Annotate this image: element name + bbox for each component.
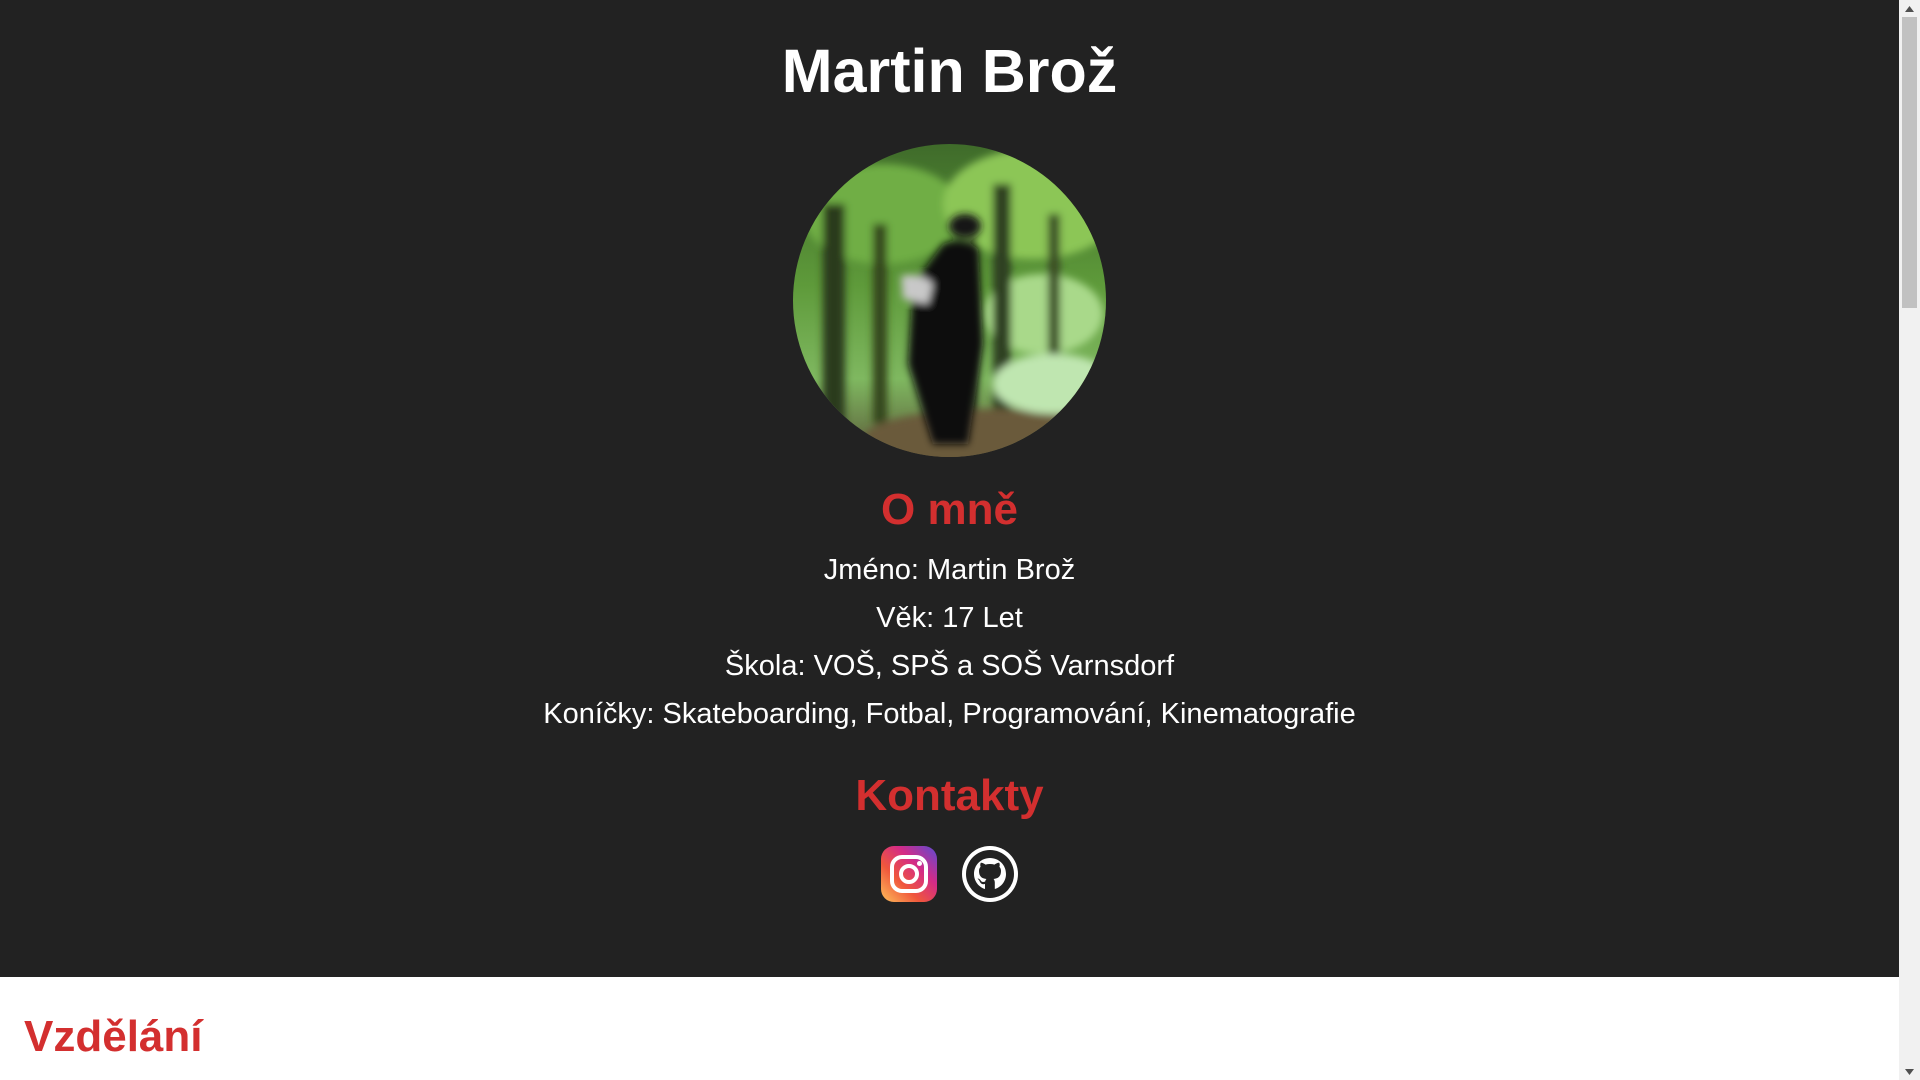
- profile-photo: [793, 144, 1106, 457]
- scroll-up-arrow-icon[interactable]: [1899, 0, 1920, 17]
- vertical-scrollbar[interactable]: [1899, 0, 1920, 1080]
- info-name: Jméno: Martin Brož: [823, 554, 1076, 586]
- scroll-down-arrow-icon[interactable]: [1899, 1063, 1920, 1080]
- scrollbar-thumb[interactable]: [1902, 17, 1917, 308]
- info-hobbies: Koníčky: Skateboarding, Fotbal, Programo…: [543, 698, 1356, 730]
- contact-links: [0, 846, 1899, 902]
- about-info-list: Jméno: Martin Brož Věk: 17 Let Škola: VO…: [0, 546, 1899, 738]
- instagram-link[interactable]: [881, 846, 937, 902]
- about-heading: O mně: [881, 485, 1018, 534]
- contacts-heading: Kontakty: [855, 771, 1044, 820]
- github-link[interactable]: [962, 846, 1018, 902]
- hero-section: Martin Brož O mně Jméno: Martin Brož Věk…: [0, 0, 1899, 977]
- instagram-icon: [881, 846, 937, 902]
- info-school: Škola: VOŠ, SPŠ a SOŠ Varnsdorf: [724, 650, 1175, 682]
- github-icon: [962, 846, 1018, 902]
- page: Martin Brož O mně Jméno: Martin Brož Věk…: [0, 0, 1899, 1080]
- info-age: Věk: 17 Let: [876, 602, 1023, 634]
- page-title: Martin Brož: [781, 37, 1118, 105]
- education-heading: Vzdělání: [24, 1012, 203, 1061]
